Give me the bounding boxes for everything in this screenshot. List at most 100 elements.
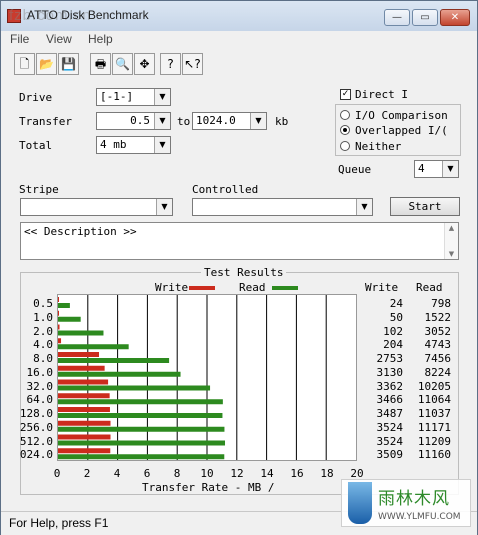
move-icon[interactable]: ✥	[134, 53, 155, 75]
write-value: 2753	[376, 352, 404, 365]
read-value: 7456	[424, 352, 452, 365]
queue-select[interactable]: 4 ▼	[414, 160, 459, 178]
print-preview-icon[interactable]: 🔍	[112, 53, 133, 75]
read-bar	[58, 413, 223, 418]
write-bar	[58, 420, 111, 426]
direct-io-checkbox[interactable]: ✓	[340, 89, 351, 100]
write-value: 24	[389, 297, 403, 310]
write-bar	[58, 448, 111, 454]
write-column-header: Write	[365, 281, 399, 294]
drive-value: [-1-]	[100, 90, 134, 103]
new-file-icon[interactable]: 🗋	[14, 53, 35, 75]
x-tick-label: 14	[260, 467, 274, 480]
transfer-unit-label: kb	[275, 115, 289, 128]
legend-read-swatch	[272, 286, 298, 290]
overlapped-io-label: Overlapped I/(	[355, 124, 448, 137]
x-tick-label: 10	[200, 467, 214, 480]
write-bar	[58, 407, 110, 412]
read-column-header: Read	[416, 281, 443, 294]
scroll-down-icon[interactable]: ▼	[445, 250, 458, 258]
chevron-down-icon[interactable]: ▼	[356, 199, 372, 215]
transfer-to-select[interactable]: 1024.0 ▼	[192, 112, 267, 130]
write-bar	[58, 338, 62, 344]
total-select[interactable]: 4 mb ▼	[96, 136, 171, 154]
read-bar	[58, 399, 223, 405]
save-icon[interactable]: 💾	[58, 53, 79, 75]
read-bar	[58, 440, 226, 446]
write-value: 50	[389, 310, 403, 324]
maximize-button[interactable]: ▭	[412, 9, 438, 26]
app-window: fzb.com.cn ATTO Disk Benchmark — ▭ ✕ Fil…	[0, 0, 478, 535]
write-value: 3487	[376, 407, 404, 420]
start-button[interactable]: Start	[390, 197, 460, 216]
io-comparison-radio[interactable]	[340, 110, 350, 120]
overlapped-io-radio[interactable]	[340, 125, 350, 135]
block-size-label: 256.0	[19, 420, 53, 434]
block-size-label: 024.0	[19, 448, 53, 462]
drive-label: Drive	[19, 91, 53, 104]
block-size-label: 2.0	[33, 324, 53, 338]
drive-select[interactable]: [-1-] ▼	[96, 88, 171, 106]
read-value: 3052	[424, 324, 452, 338]
block-size-label: 32.0	[26, 379, 54, 393]
read-value: 11160	[417, 448, 451, 462]
transfer-to-label: to	[177, 115, 191, 128]
total-label: Total	[19, 139, 53, 152]
block-size-label: 512.0	[19, 434, 53, 448]
write-bar	[58, 310, 59, 316]
read-bar	[58, 454, 225, 460]
stripe-select[interactable]: ▼	[20, 198, 173, 216]
read-bar	[58, 330, 104, 336]
stripe-label: Stripe	[19, 183, 59, 196]
read-value: 798	[431, 297, 451, 310]
read-bar	[58, 371, 181, 377]
block-size-label: 8.0	[33, 352, 53, 365]
status-text: For Help, press F1	[9, 516, 109, 530]
chevron-down-icon[interactable]: ▼	[156, 199, 172, 215]
minimize-button[interactable]: —	[384, 9, 410, 26]
read-bar	[58, 303, 70, 308]
chevron-down-icon[interactable]: ▼	[442, 161, 458, 177]
scroll-up-icon[interactable]: ▲	[445, 224, 458, 232]
open-folder-icon[interactable]: 📂	[36, 53, 57, 75]
chevron-down-icon[interactable]: ▼	[154, 137, 170, 153]
read-bar	[58, 344, 129, 350]
write-bar	[58, 434, 111, 440]
x-tick-label: 12	[230, 467, 244, 480]
close-button[interactable]: ✕	[440, 9, 470, 26]
read-bar	[58, 316, 81, 322]
controlled-select[interactable]: ▼	[192, 198, 373, 216]
write-value: 102	[383, 324, 403, 338]
site-logo-icon	[348, 482, 372, 524]
read-bar	[58, 358, 170, 363]
chevron-down-icon[interactable]: ▼	[250, 113, 266, 129]
legend-write-swatch	[189, 286, 215, 290]
io-comparison-label: I/O Comparison	[355, 109, 448, 122]
menu-file[interactable]: File	[10, 32, 29, 46]
chevron-down-icon[interactable]: ▼	[154, 113, 170, 129]
chevron-down-icon[interactable]: ▼	[154, 89, 170, 105]
x-tick-label: 18	[320, 467, 334, 480]
menu-view[interactable]: View	[46, 32, 72, 46]
read-value: 11037	[417, 407, 451, 420]
write-value: 3509	[376, 448, 404, 462]
block-size-label: 4.0	[33, 338, 53, 352]
description-box[interactable]: << Description >> ▲ ▼	[20, 222, 459, 260]
chart-svg	[58, 295, 327, 460]
results-title: Test Results	[201, 266, 287, 279]
title-bar[interactable]: fzb.com.cn ATTO Disk Benchmark — ▭ ✕	[1, 1, 477, 31]
x-tick-label: 8	[173, 467, 181, 480]
neither-radio[interactable]	[340, 141, 350, 151]
context-help-icon[interactable]: ↖?	[182, 53, 203, 75]
x-axis-label: Transfer Rate - MB /	[142, 481, 275, 494]
transfer-from-select[interactable]: 0.5 ▼	[96, 112, 171, 130]
print-icon[interactable]: 🖶	[90, 53, 111, 75]
menu-help[interactable]: Help	[88, 32, 113, 46]
legend-write-label: Write	[155, 281, 189, 294]
block-size-label: 16.0	[26, 365, 54, 379]
write-value: 3130	[376, 365, 404, 379]
description-scrollbar[interactable]: ▲ ▼	[444, 223, 458, 259]
write-bar	[58, 324, 60, 330]
help-icon[interactable]: ?	[160, 53, 181, 75]
neither-label: Neither	[355, 140, 402, 153]
